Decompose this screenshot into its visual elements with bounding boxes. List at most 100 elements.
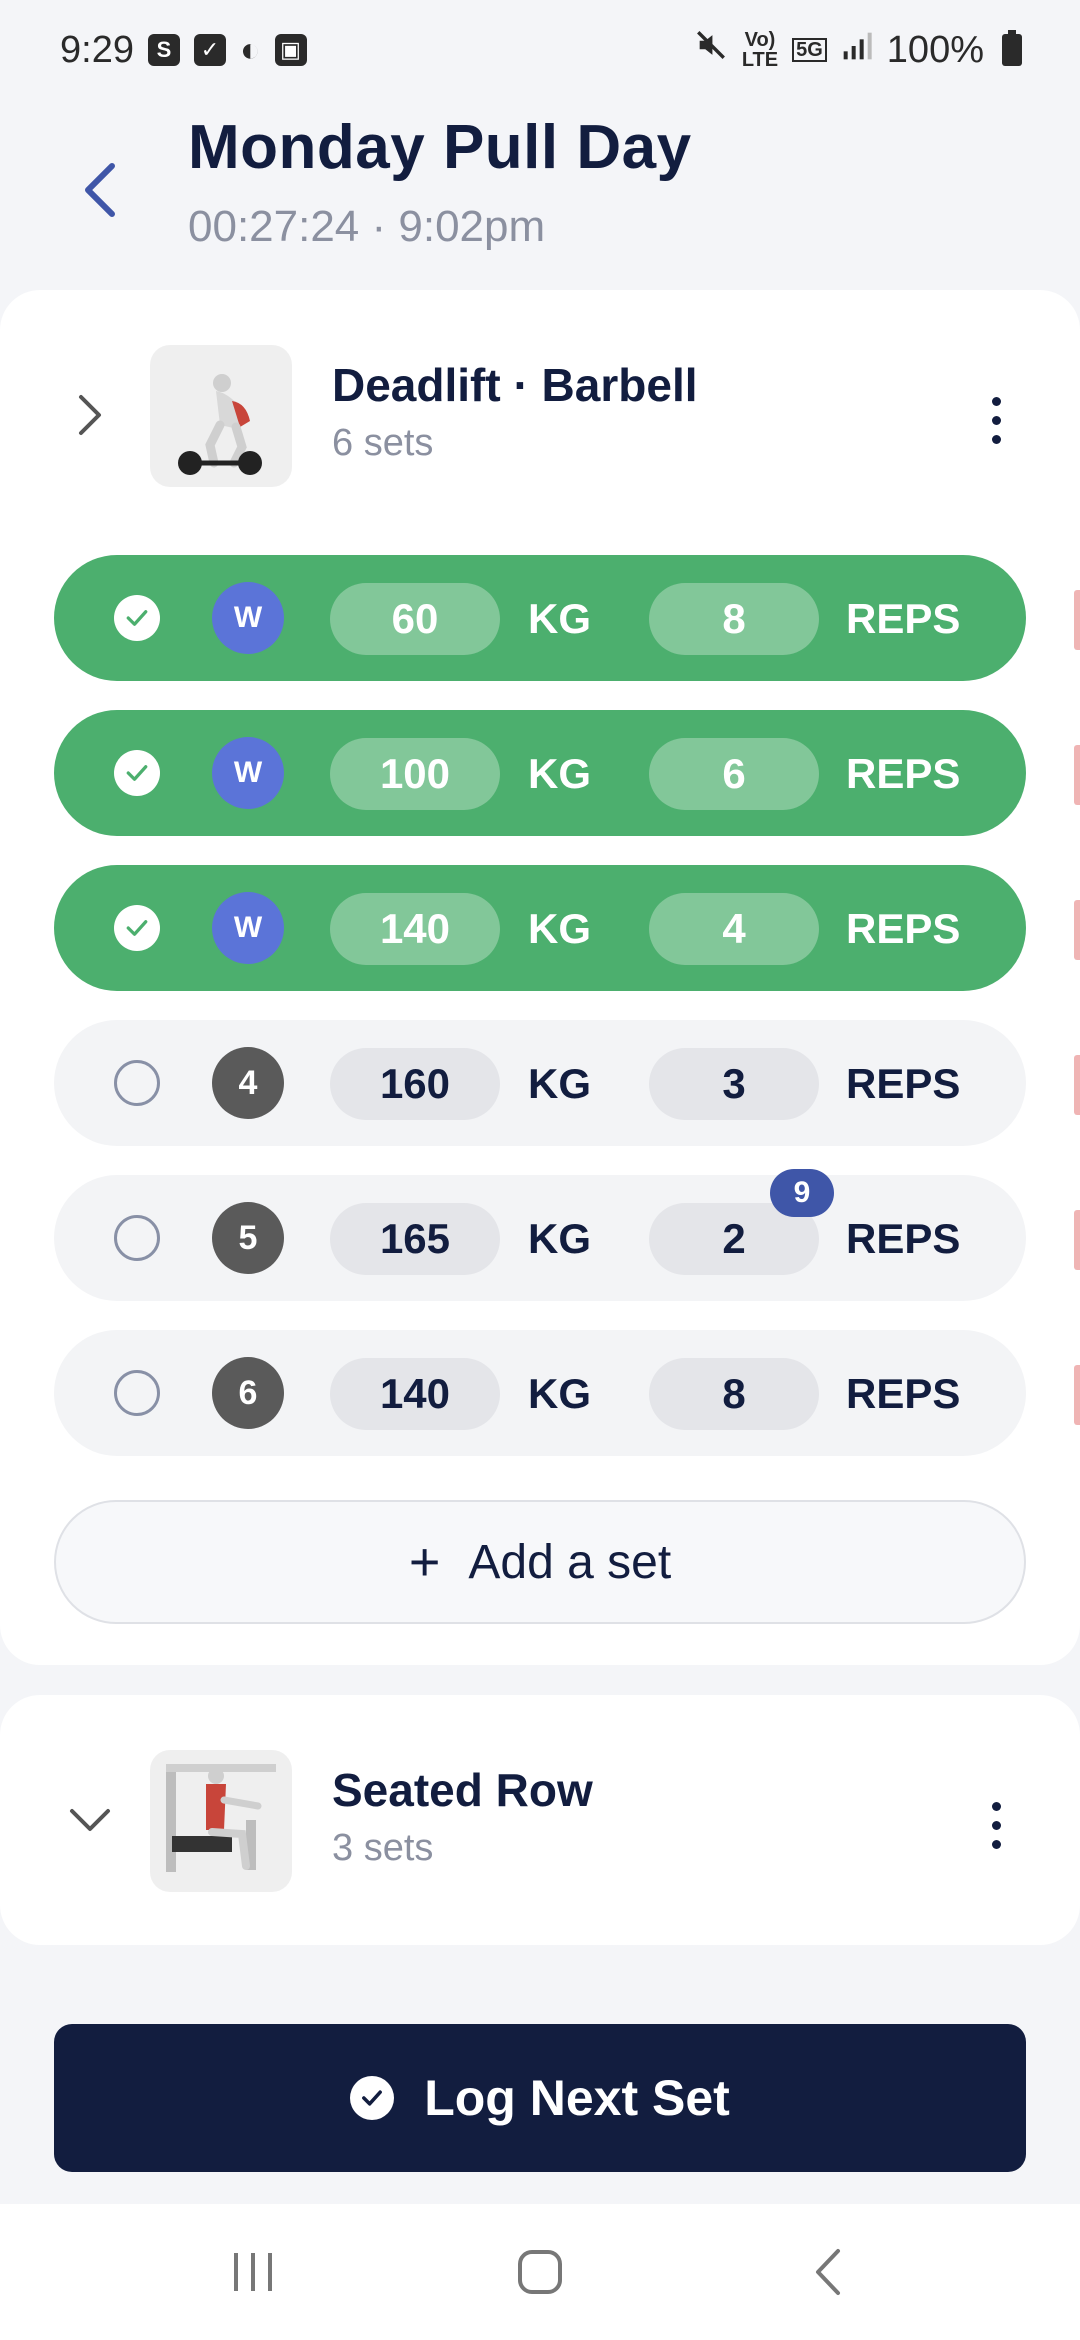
plus-icon: + xyxy=(408,1532,441,1592)
swipe-delete-hint xyxy=(1074,590,1080,650)
home-icon xyxy=(517,2250,562,2294)
more-options-button[interactable] xyxy=(976,1785,1016,1865)
collapse-toggle[interactable] xyxy=(60,385,120,445)
fiveg-icon: 5G xyxy=(792,38,827,62)
weight-unit: KG xyxy=(528,905,591,952)
check-circle-icon xyxy=(350,2076,395,2120)
fiveg-label: 5G xyxy=(796,39,823,61)
exercise-set-count: 6 sets xyxy=(332,422,434,464)
signal-icon xyxy=(841,29,873,72)
weight-unit: KG xyxy=(528,750,591,797)
set-complete-checkbox[interactable] xyxy=(114,595,160,641)
kebab-dot xyxy=(991,1801,1001,1811)
set-row-5: 5 165 KG 2 9 REPS xyxy=(54,1169,1026,1301)
weight-unit: KG xyxy=(528,1215,591,1262)
exercise-name: Seated Row xyxy=(332,1764,593,1816)
deadlift-illustration xyxy=(178,374,262,475)
battery-percent: 100% xyxy=(886,28,984,71)
recent-apps-button[interactable] xyxy=(213,2232,293,2312)
workout-timer: 00:27:24 · 9:02pm xyxy=(188,202,546,251)
log-next-set-button[interactable]: Log Next Set xyxy=(54,2024,1026,2172)
exercise-set-count: 3 sets xyxy=(332,1827,434,1869)
reps-unit: REPS xyxy=(846,1370,961,1417)
status-time: 9:29 xyxy=(60,28,134,71)
weight-unit: KG xyxy=(528,595,591,642)
set-complete-checkbox[interactable] xyxy=(114,1370,160,1416)
kebab-dot xyxy=(991,1839,1001,1849)
weight-input[interactable]: 140 xyxy=(330,1358,500,1430)
exercise-thumbnail xyxy=(150,1750,292,1892)
reps-input[interactable]: 4 xyxy=(649,893,819,965)
check-icon xyxy=(126,610,148,626)
set-row-2: W 100 KG 6 REPS xyxy=(54,710,1026,836)
status-bar: 9:29 S ✓ ◐ ▣ Vo) LTE 5G 100% xyxy=(0,0,1080,100)
s-app-icon: S xyxy=(147,34,180,66)
reps-input[interactable]: 3 xyxy=(649,1048,819,1120)
set-number-badge[interactable]: 4 xyxy=(212,1047,284,1119)
weight-input[interactable]: 60 xyxy=(330,583,500,655)
check-icon xyxy=(126,765,148,781)
set-type-badge[interactable]: W xyxy=(212,582,284,654)
weight-unit: KG xyxy=(528,1370,591,1417)
check-icon: ✓ xyxy=(193,34,226,66)
recent-apps-icon xyxy=(234,2253,273,2291)
weight-input[interactable]: 100 xyxy=(330,738,500,810)
volte-bottom: LTE xyxy=(741,49,779,71)
swipe-delete-hint xyxy=(1074,1210,1080,1270)
weight-input[interactable]: 165 xyxy=(330,1203,500,1275)
check-icon xyxy=(126,920,148,936)
kebab-dot xyxy=(991,434,1001,444)
set-row-3: W 140 KG 4 REPS xyxy=(54,865,1026,991)
swipe-delete-hint xyxy=(1074,1055,1080,1115)
reps-unit: REPS xyxy=(846,905,961,952)
set-complete-checkbox[interactable] xyxy=(114,750,160,796)
swipe-delete-hint xyxy=(1074,900,1080,960)
reps-input[interactable]: 8 xyxy=(649,1358,819,1430)
home-button[interactable] xyxy=(500,2232,580,2312)
weight-input[interactable]: 140 xyxy=(330,893,500,965)
set-type-badge[interactable]: W xyxy=(212,737,284,809)
chevron-left-icon xyxy=(85,163,115,217)
image-icon: ▣ xyxy=(274,34,307,66)
kebab-dot xyxy=(991,1820,1001,1830)
set-number-badge[interactable]: 5 xyxy=(212,1202,284,1274)
log-next-set-label: Log Next Set xyxy=(424,2070,730,2126)
set-row-4: 4 160 KG 3 REPS xyxy=(54,1020,1026,1146)
chevron-down-icon xyxy=(70,1809,110,1831)
seated-row-illustration xyxy=(166,1764,276,1872)
system-back-button[interactable] xyxy=(787,2232,867,2312)
swipe-delete-hint xyxy=(1074,745,1080,805)
reps-input[interactable]: 8 xyxy=(649,583,819,655)
reps-unit: REPS xyxy=(846,750,961,797)
exercise-header-deadlift[interactable]: Deadlift · Barbell 6 sets xyxy=(0,340,1080,490)
chevron-right-icon xyxy=(79,395,101,435)
reps-input[interactable]: 6 xyxy=(649,738,819,810)
expand-toggle[interactable] xyxy=(60,1790,120,1850)
back-icon xyxy=(815,2249,840,2295)
set-complete-checkbox[interactable] xyxy=(114,905,160,951)
reps-unit: REPS xyxy=(846,1060,961,1107)
set-row-1: W 60 KG 8 REPS xyxy=(54,555,1026,681)
status-right: Vo) LTE 5G 100% xyxy=(694,28,1022,72)
weight-unit: KG xyxy=(528,1060,591,1107)
swipe-delete-hint xyxy=(1074,1365,1080,1425)
battery-icon xyxy=(1002,30,1022,66)
moon-icon: ◐ xyxy=(239,30,261,69)
status-left: 9:29 S ✓ ◐ ▣ xyxy=(60,29,307,72)
exercise-thumbnail xyxy=(150,345,292,487)
add-set-label: Add a set xyxy=(468,1535,672,1589)
back-button[interactable] xyxy=(70,150,130,230)
add-set-button[interactable]: + Add a set xyxy=(54,1500,1026,1624)
more-options-button[interactable] xyxy=(976,380,1016,460)
page-title: Monday Pull Day xyxy=(188,113,692,182)
set-number-badge[interactable]: 6 xyxy=(212,1357,284,1429)
set-complete-checkbox[interactable] xyxy=(114,1215,160,1261)
exercise-name: Deadlift · Barbell xyxy=(332,359,698,411)
weight-input[interactable]: 160 xyxy=(330,1048,500,1120)
exercise-header-seated-row[interactable]: Seated Row 3 sets xyxy=(0,1745,1080,1895)
reps-hint-badge: 9 xyxy=(770,1169,834,1217)
reps-unit: REPS xyxy=(846,1215,961,1262)
set-type-badge[interactable]: W xyxy=(212,892,284,964)
volte-icon: Vo) LTE xyxy=(742,30,778,70)
set-complete-checkbox[interactable] xyxy=(114,1060,160,1106)
